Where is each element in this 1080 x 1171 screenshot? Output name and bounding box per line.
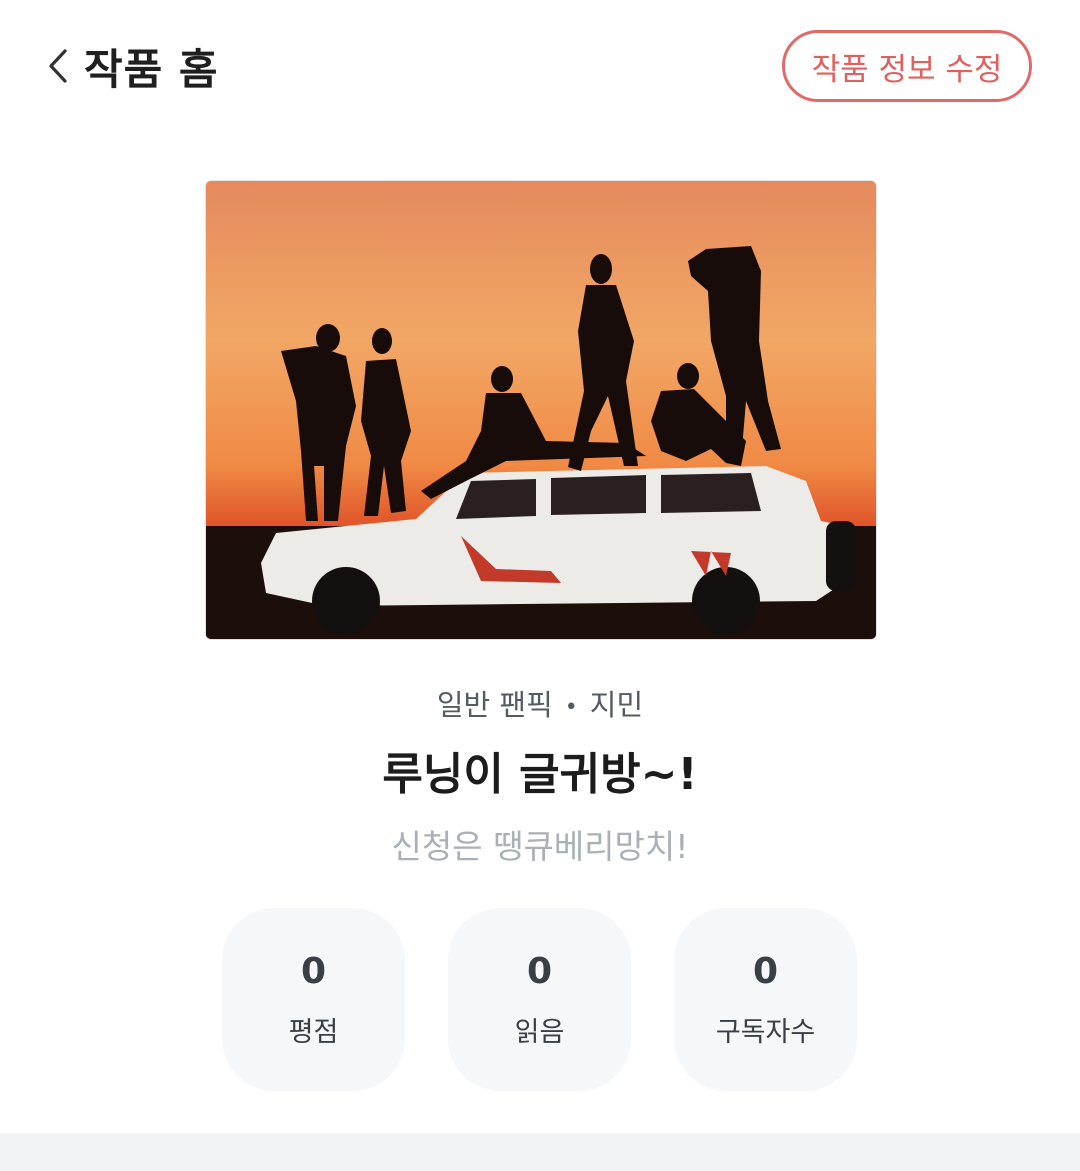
section-divider [0,1133,1080,1171]
chevron-left-icon [40,46,76,86]
cover-image [205,180,877,640]
page-title: 작품 홈 [84,44,219,94]
work-title: 루닝이 글귀방~! [382,749,698,800]
back-button[interactable]: 작품 홈 [40,36,219,96]
stat-value-rating: 0 [300,950,327,992]
stat-label-subscribers: 구독자수 [715,1016,816,1048]
stats-row: 0 평점 0 읽음 0 구독자수 [222,908,857,1091]
stat-card-rating: 0 평점 [222,908,405,1091]
stat-label-rating: 평점 [288,1016,339,1048]
edit-work-info-button[interactable]: 작품 정보 수정 [782,30,1032,102]
stat-value-subscribers: 0 [752,950,779,992]
top-bar: 작품 홈 작품 정보 수정 [0,0,1080,134]
work-genre-line: 일반 팬픽 • 지민 [0,682,1080,724]
work-description: 신청은 땡큐베리망치! [391,827,689,866]
stat-label-reads: 읽음 [514,1016,565,1048]
stat-value-reads: 0 [526,950,553,992]
work-category: 일반 팬픽 [436,688,553,722]
stat-card-reads: 0 읽음 [448,908,631,1091]
stat-card-subscribers: 0 구독자수 [674,908,857,1091]
separator-dot: • [564,694,578,720]
work-character: 지민 [589,688,644,722]
